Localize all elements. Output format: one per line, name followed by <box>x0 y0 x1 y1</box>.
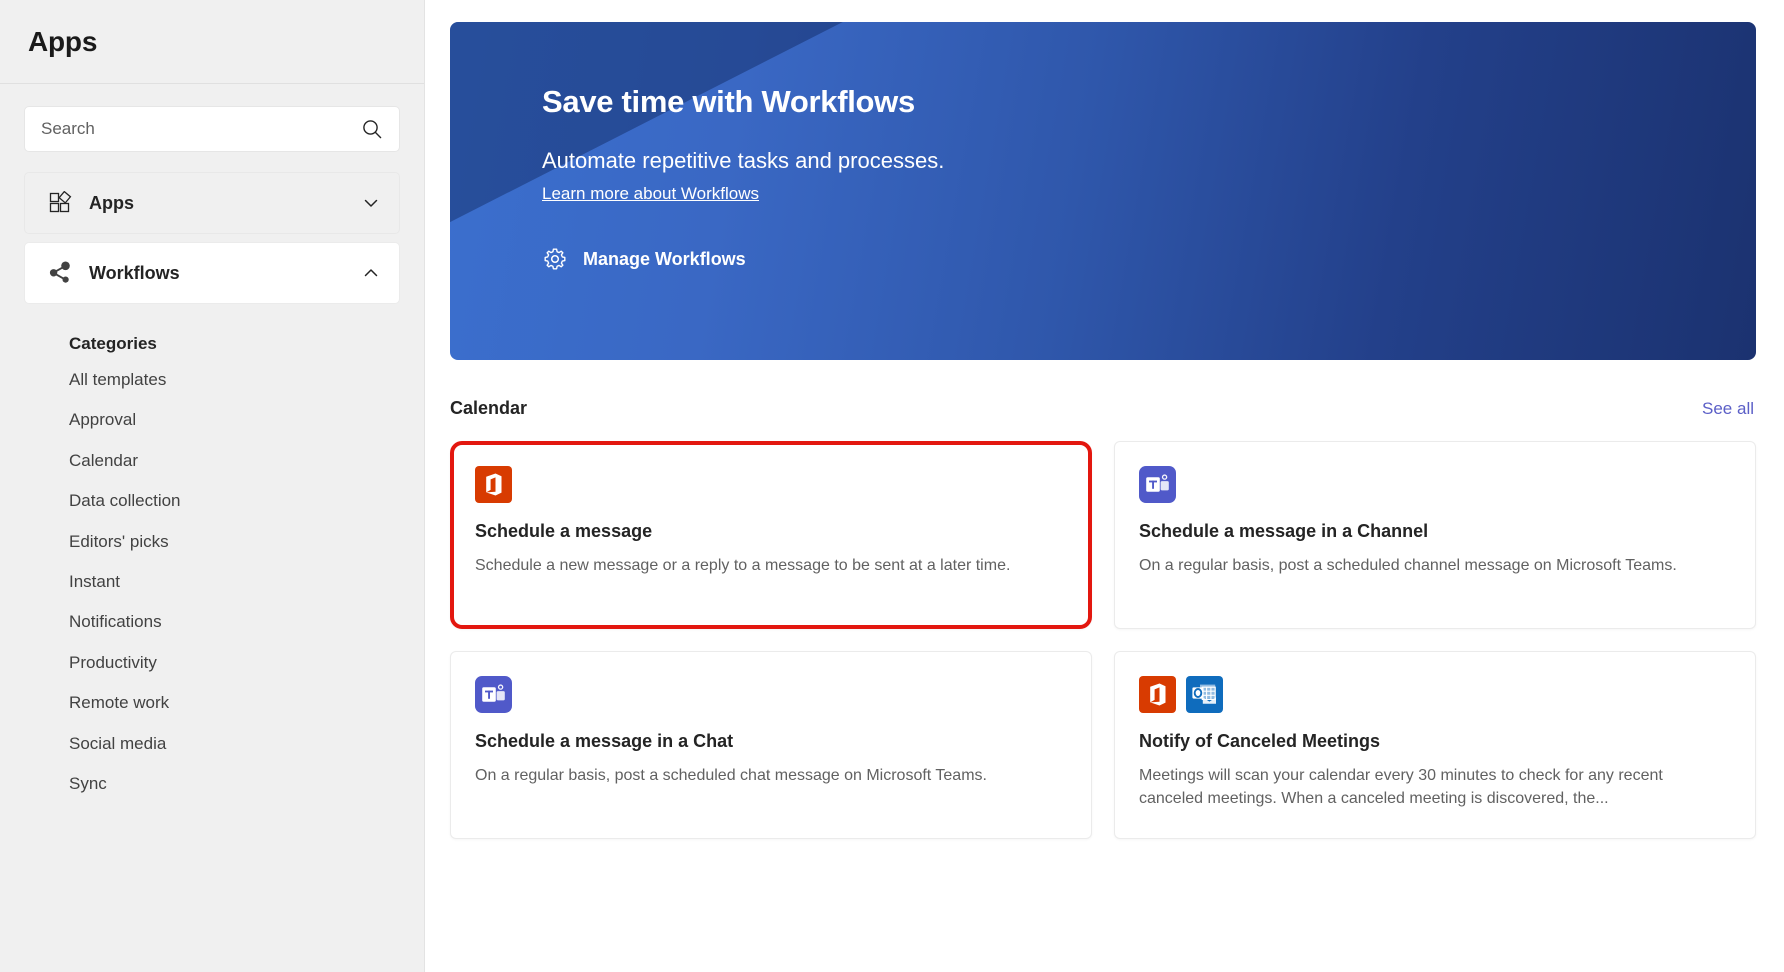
card-description: On a regular basis, post a scheduled cha… <box>1139 554 1731 577</box>
template-card-schedule-a-message-in-a-channel[interactable]: Schedule a message in a Channel On a reg… <box>1114 441 1756 629</box>
section-title: Calendar <box>450 398 527 419</box>
apps-grid-icon <box>47 190 73 216</box>
app-root: Apps <box>0 0 1784 972</box>
sidebar-item-apps[interactable]: Apps <box>24 172 400 234</box>
search-input[interactable] <box>41 107 383 151</box>
office-icon <box>475 466 512 503</box>
sidebar-category-approval[interactable]: Approval <box>24 400 400 440</box>
card-icons <box>1139 466 1731 503</box>
sidebar-category-social-media[interactable]: Social media <box>24 724 400 764</box>
banner-content: Save time with Workflows Automate repeti… <box>450 22 1756 272</box>
banner-title: Save time with Workflows <box>542 84 1756 120</box>
banner-subtitle: Automate repetitive tasks and processes. <box>542 148 1756 174</box>
template-card-notify-of-canceled-meetings[interactable]: Notify of Canceled Meetings Meetings wil… <box>1114 651 1756 839</box>
chevron-up-icon[interactable] <box>361 263 381 283</box>
workflows-share-icon <box>47 260 73 286</box>
chevron-down-icon[interactable] <box>361 193 381 213</box>
manage-workflows-label: Manage Workflows <box>583 249 746 270</box>
card-title: Notify of Canceled Meetings <box>1139 731 1731 753</box>
card-icons <box>475 676 1067 713</box>
see-all-link[interactable]: See all <box>1702 399 1754 419</box>
sidebar-category-instant[interactable]: Instant <box>24 562 400 602</box>
card-title: Schedule a message in a Chat <box>475 731 1067 753</box>
sidebar-category-sync[interactable]: Sync <box>24 764 400 804</box>
sidebar-body: Apps Workflows <box>0 84 424 804</box>
sidebar-item-workflows[interactable]: Workflows <box>24 242 400 304</box>
card-description: Meetings will scan your calendar every 3… <box>1139 764 1731 810</box>
sidebar: Apps <box>0 0 425 972</box>
outlook-icon <box>1186 676 1223 713</box>
section-header-calendar: Calendar See all <box>450 398 1756 419</box>
sidebar-category-all-templates[interactable]: All templates <box>24 360 400 400</box>
teams-icon <box>475 676 512 713</box>
categories-heading: Categories <box>24 312 400 360</box>
page-title: Apps <box>28 26 97 58</box>
card-title: Schedule a message in a Channel <box>1139 521 1731 543</box>
sidebar-category-editors-picks[interactable]: Editors' picks <box>24 522 400 562</box>
sidebar-category-calendar[interactable]: Calendar <box>24 441 400 481</box>
learn-more-link[interactable]: Learn more about Workflows <box>542 184 759 204</box>
template-card-grid: Schedule a message Schedule a new messag… <box>450 441 1756 839</box>
sidebar-item-label: Apps <box>89 193 361 214</box>
workflows-promo-banner: Save time with Workflows Automate repeti… <box>450 22 1756 360</box>
gear-icon <box>542 246 568 272</box>
search-icon[interactable] <box>361 118 383 140</box>
manage-workflows-button[interactable]: Manage Workflows <box>542 246 746 272</box>
main-content: Save time with Workflows Automate repeti… <box>425 0 1784 972</box>
card-icons <box>475 466 1067 503</box>
sidebar-category-notifications[interactable]: Notifications <box>24 602 400 642</box>
teams-icon <box>1139 466 1176 503</box>
search-box[interactable] <box>24 106 400 152</box>
card-description: Schedule a new message or a reply to a m… <box>475 554 1067 577</box>
sidebar-category-productivity[interactable]: Productivity <box>24 643 400 683</box>
template-card-schedule-a-message[interactable]: Schedule a message Schedule a new messag… <box>450 441 1092 629</box>
card-description: On a regular basis, post a scheduled cha… <box>475 764 1067 787</box>
sidebar-category-data-collection[interactable]: Data collection <box>24 481 400 521</box>
template-card-schedule-a-message-in-a-chat[interactable]: Schedule a message in a Chat On a regula… <box>450 651 1092 839</box>
sidebar-item-label: Workflows <box>89 263 361 284</box>
card-title: Schedule a message <box>475 521 1067 543</box>
sidebar-category-remote-work[interactable]: Remote work <box>24 683 400 723</box>
office-icon <box>1139 676 1176 713</box>
sidebar-header: Apps <box>0 0 424 84</box>
card-icons <box>1139 676 1731 713</box>
